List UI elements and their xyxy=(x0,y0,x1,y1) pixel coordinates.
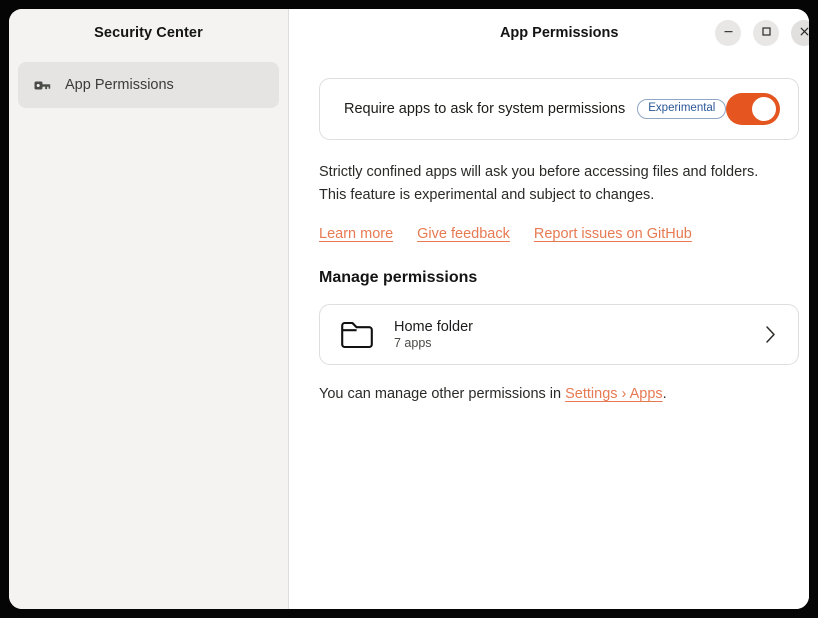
sidebar: Security Center App Permissions xyxy=(9,9,289,609)
experimental-badge: Experimental xyxy=(637,99,726,119)
application-window: Security Center App Permissions xyxy=(9,9,809,609)
footnote-suffix: . xyxy=(663,386,667,402)
permission-row-text: Home folder 7 apps xyxy=(394,319,473,350)
sidebar-header: Security Center xyxy=(9,9,288,56)
manage-permissions-heading: Manage permissions xyxy=(319,269,799,287)
minimize-button[interactable] xyxy=(715,20,741,46)
permission-row-home-folder[interactable]: Home folder 7 apps xyxy=(319,304,799,365)
folder-icon xyxy=(337,315,377,355)
window-controls xyxy=(715,20,809,46)
footnote: You can manage other permissions in Sett… xyxy=(319,386,799,402)
feature-description: Strictly confined apps will ask you befo… xyxy=(319,161,779,207)
titlebar: App Permissions xyxy=(289,9,809,56)
main-panel: App Permissions xyxy=(289,9,809,609)
help-links-row: Learn more Give feedback Report issues o… xyxy=(319,226,799,242)
key-icon xyxy=(32,75,52,95)
maximize-icon xyxy=(761,25,772,40)
settings-apps-link[interactable]: Settings › Apps xyxy=(565,386,663,402)
require-permissions-row: Require apps to ask for system permissio… xyxy=(319,78,799,140)
sidebar-item-app-permissions[interactable]: App Permissions xyxy=(18,62,279,108)
learn-more-link[interactable]: Learn more xyxy=(319,226,393,242)
maximize-button[interactable] xyxy=(753,20,779,46)
require-permissions-toggle[interactable] xyxy=(726,93,780,125)
close-button[interactable] xyxy=(791,20,809,46)
sidebar-item-label: App Permissions xyxy=(65,77,174,93)
desktop-background: Security Center App Permissions xyxy=(0,0,818,618)
minimize-icon xyxy=(723,25,734,40)
give-feedback-link[interactable]: Give feedback xyxy=(417,226,510,242)
sidebar-title: Security Center xyxy=(94,25,203,41)
permission-row-title: Home folder xyxy=(394,319,473,335)
close-icon xyxy=(799,25,809,40)
sidebar-list: App Permissions xyxy=(9,56,288,108)
chevron-right-icon xyxy=(760,325,780,345)
content-area: Require apps to ask for system permissio… xyxy=(289,56,809,609)
footnote-prefix: You can manage other permissions in xyxy=(319,386,565,402)
require-permissions-label: Require apps to ask for system permissio… xyxy=(344,101,625,117)
toggle-knob xyxy=(752,97,776,121)
report-issues-link[interactable]: Report issues on GitHub xyxy=(534,226,692,242)
permission-row-subtitle: 7 apps xyxy=(394,336,473,350)
